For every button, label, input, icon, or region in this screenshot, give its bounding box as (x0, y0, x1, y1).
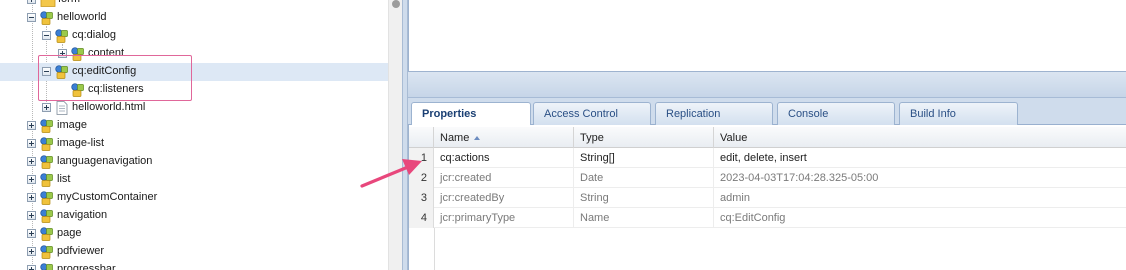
collapse-icon[interactable] (27, 13, 36, 22)
cell-name: jcr:primaryType (434, 208, 574, 228)
column-header-label: Name (440, 132, 470, 144)
tree-scrollbar[interactable] (388, 0, 402, 270)
tree-item-page[interactable]: page (0, 225, 388, 243)
cell-type: Name (574, 208, 714, 228)
annotation-arrow-icon (360, 159, 422, 188)
tree-item-label: myCustomContainer (57, 191, 158, 203)
tree-item-label: image-list (57, 137, 105, 149)
tree-item-form[interactable]: form (0, 0, 388, 9)
folder-icon (40, 0, 56, 7)
crx-tree-panel: form helloworld cq:dialog content (0, 0, 388, 270)
component-icon (40, 155, 53, 169)
tab-strip: Properties Access Control Replication Co… (408, 98, 1126, 126)
tree-item-navigation[interactable]: navigation (0, 207, 388, 225)
tab-build-info[interactable]: Build Info (899, 102, 1018, 125)
expand-icon[interactable] (42, 103, 51, 112)
component-icon (40, 137, 53, 151)
table-row[interactable]: 4 jcr:primaryType Name cq:EditConfig (409, 208, 1126, 228)
tree-item-label: helloworld (57, 11, 107, 23)
column-header-value[interactable]: Value (714, 127, 1126, 148)
expand-icon[interactable] (27, 193, 36, 202)
component-icon (40, 173, 53, 187)
tree-item-label: list (57, 173, 71, 185)
tree-item-label: pdfviewer (57, 245, 105, 257)
component-icon (40, 209, 53, 223)
tree-item-helloworld-html[interactable]: helloworld.html (0, 99, 388, 117)
expand-icon[interactable] (27, 139, 36, 148)
cell-name: jcr:created (434, 168, 574, 188)
component-icon (40, 227, 53, 241)
expand-icon[interactable] (27, 211, 36, 220)
tree-item-label: cq:dialog (72, 29, 117, 41)
row-number: 4 (409, 208, 434, 228)
cell-type: Date (574, 168, 714, 188)
grid-header: Name Type Value (409, 127, 1126, 148)
tree-item-pdfviewer[interactable]: pdfviewer (0, 243, 388, 261)
component-icon (55, 29, 68, 43)
expand-icon[interactable] (27, 121, 36, 130)
cell-value: admin (720, 192, 750, 204)
cell-type: String[] (574, 148, 714, 168)
tree-item-label: helloworld.html (72, 101, 146, 113)
tab-properties[interactable]: Properties (411, 102, 531, 126)
cell-value: edit, delete, insert (720, 152, 807, 164)
properties-grid: Name Type Value 1 cq:actions String[] ed… (408, 125, 1126, 270)
grid-divider (434, 228, 435, 270)
tree-item-list[interactable]: list (0, 171, 388, 189)
table-row[interactable]: 1 cq:actions String[] edit, delete, inse… (409, 148, 1126, 168)
tree-item-progressbar[interactable]: progressbar (0, 261, 388, 270)
tree-item-languagenavigation[interactable]: languagenavigation (0, 153, 388, 171)
expand-icon[interactable] (27, 247, 36, 256)
cell-value: 2023-04-03T17:04:28.325-05:00 (720, 172, 879, 184)
tab-console[interactable]: Console (777, 102, 895, 125)
tab-replication[interactable]: Replication (655, 102, 773, 125)
tree-item-label: languagenavigation (57, 155, 153, 167)
expand-icon[interactable] (27, 157, 36, 166)
cell-name: jcr:createdBy (434, 188, 574, 208)
editor-area (408, 0, 1126, 72)
annotation-highlight-box (38, 55, 192, 101)
column-header-name[interactable]: Name (434, 127, 574, 148)
tree-item-label: navigation (57, 209, 108, 221)
table-row[interactable]: 3 jcr:createdBy String admin (409, 188, 1126, 208)
cell-type: String (574, 188, 714, 208)
expand-icon[interactable] (27, 229, 36, 238)
cell-value: cq:EditConfig (720, 212, 786, 224)
expand-icon[interactable] (27, 265, 36, 270)
cell-name: cq:actions (434, 148, 574, 168)
tree-item-cq-dialog[interactable]: cq:dialog (0, 27, 388, 45)
rownum-header (409, 127, 434, 148)
tree-item-label: progressbar (57, 263, 116, 270)
scrollbar-thumb[interactable] (392, 0, 400, 8)
tree-item-image[interactable]: image (0, 117, 388, 135)
tree-item-label: form (58, 0, 80, 5)
tree-item-label: image (57, 119, 87, 131)
component-icon (40, 11, 53, 25)
expand-icon[interactable] (27, 175, 36, 184)
tree-item-helloworld[interactable]: helloworld (0, 9, 388, 27)
tab-access-control[interactable]: Access Control (533, 102, 651, 125)
expand-icon[interactable] (27, 0, 36, 4)
column-header-type[interactable]: Type (574, 127, 714, 148)
component-icon (40, 119, 53, 133)
component-icon (40, 245, 53, 259)
file-icon (56, 101, 68, 115)
tree-item-image-list[interactable]: image-list (0, 135, 388, 153)
sort-ascending-icon (474, 136, 481, 140)
tree-item-label: page (57, 227, 82, 239)
component-icon (40, 263, 53, 270)
tree-item-mycustomcontainer[interactable]: myCustomContainer (0, 189, 388, 207)
table-row[interactable]: 2 jcr:created Date 2023-04-03T17:04:28.3… (409, 168, 1126, 188)
component-icon (40, 191, 53, 205)
panel-header-bar (408, 72, 1126, 98)
collapse-icon[interactable] (42, 31, 51, 40)
